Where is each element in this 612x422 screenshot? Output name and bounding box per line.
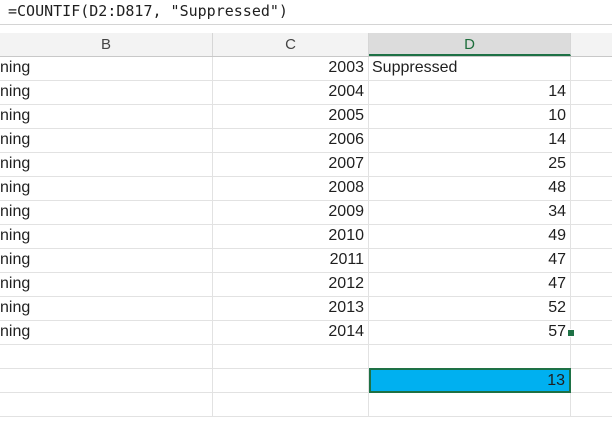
column-header-d[interactable]: D (369, 33, 571, 56)
fill-handle[interactable] (567, 329, 575, 337)
table-row (0, 393, 612, 417)
table-row: ning 2004 14 (0, 81, 612, 105)
column-header-c[interactable]: C (213, 33, 369, 56)
cell-e[interactable] (571, 369, 612, 392)
cell-b[interactable]: ning (0, 297, 213, 320)
cell-e[interactable] (571, 273, 612, 296)
cell-c[interactable] (213, 369, 369, 392)
table-row: ning 2008 48 (0, 177, 612, 201)
cell-d[interactable]: 14 (369, 129, 571, 152)
cell-e[interactable] (571, 153, 612, 176)
cell-c[interactable]: 2009 (213, 201, 369, 224)
cell-b[interactable]: ning (0, 201, 213, 224)
cell-c[interactable]: 2011 (213, 249, 369, 272)
cell-b[interactable]: ning (0, 57, 213, 80)
cell-d[interactable] (369, 345, 571, 368)
table-row: ning 2014 57 (0, 321, 612, 345)
column-header-e[interactable] (571, 33, 612, 56)
table-row: ning 2013 52 (0, 297, 612, 321)
cell-e[interactable] (571, 177, 612, 200)
formula-text[interactable]: =COUNTIF(D2:D817, "Suppressed") (8, 2, 288, 20)
column-header-row: B C D (0, 33, 612, 57)
cell-b[interactable] (0, 345, 213, 368)
table-row: ning 2006 14 (0, 129, 612, 153)
table-row: ning 2009 34 (0, 201, 612, 225)
cell-c[interactable]: 2003 (213, 57, 369, 80)
cell-d[interactable]: 25 (369, 153, 571, 176)
formula-bar[interactable]: =COUNTIF(D2:D817, "Suppressed") (0, 0, 612, 25)
cell-c[interactable]: 2012 (213, 273, 369, 296)
table-row: ning 2011 47 (0, 249, 612, 273)
cell-c[interactable]: 2005 (213, 105, 369, 128)
cell-d[interactable]: 52 (369, 297, 571, 320)
cell-e[interactable] (571, 345, 612, 368)
cell-b[interactable]: ning (0, 249, 213, 272)
cell-c[interactable]: 2006 (213, 129, 369, 152)
table-row (0, 345, 612, 369)
cell-b[interactable]: ning (0, 129, 213, 152)
selected-cell[interactable]: 13 (369, 368, 571, 393)
cell-b[interactable]: ning (0, 321, 213, 344)
cell-b[interactable]: ning (0, 105, 213, 128)
table-row: ning 2012 47 (0, 273, 612, 297)
cell-c[interactable]: 2004 (213, 81, 369, 104)
cell-e[interactable] (571, 225, 612, 248)
cell-c[interactable]: 2013 (213, 297, 369, 320)
table-row: ning 2003 Suppressed (0, 57, 612, 81)
column-header-b[interactable]: B (0, 33, 213, 56)
cell-b[interactable]: ning (0, 177, 213, 200)
cell-e[interactable] (571, 105, 612, 128)
cell-c[interactable]: 2014 (213, 321, 369, 344)
cell-d[interactable] (369, 393, 571, 416)
cell-d[interactable]: 47 (369, 249, 571, 272)
table-row: ning 2005 10 (0, 105, 612, 129)
cell-d[interactable]: 14 (369, 81, 571, 104)
table-row: 13 (0, 368, 612, 393)
cell-b[interactable]: ning (0, 273, 213, 296)
cell-c[interactable] (213, 393, 369, 416)
cell-d[interactable]: Suppressed (369, 57, 571, 80)
cell-e[interactable] (571, 249, 612, 272)
cell-e[interactable] (571, 297, 612, 320)
cell-c[interactable] (213, 345, 369, 368)
cell-b[interactable] (0, 369, 213, 392)
cell-e[interactable] (571, 81, 612, 104)
cell-d[interactable]: 48 (369, 177, 571, 200)
cell-e[interactable] (571, 201, 612, 224)
cell-b[interactable]: ning (0, 225, 213, 248)
cell-b[interactable]: ning (0, 153, 213, 176)
cell-e[interactable] (571, 129, 612, 152)
cell-d[interactable]: 34 (369, 201, 571, 224)
cell-e[interactable] (571, 393, 612, 416)
cell-c[interactable]: 2010 (213, 225, 369, 248)
cell-d[interactable]: 10 (369, 105, 571, 128)
cell-b[interactable] (0, 393, 213, 416)
cell-c[interactable]: 2007 (213, 153, 369, 176)
cell-e[interactable] (571, 57, 612, 80)
cell-c[interactable]: 2008 (213, 177, 369, 200)
cell-d[interactable]: 47 (369, 273, 571, 296)
cell-e[interactable] (571, 321, 612, 344)
cell-d[interactable]: 49 (369, 225, 571, 248)
cell-d[interactable]: 57 (369, 321, 571, 344)
table-row: ning 2010 49 (0, 225, 612, 249)
table-row: ning 2007 25 (0, 153, 612, 177)
cell-b[interactable]: ning (0, 81, 213, 104)
